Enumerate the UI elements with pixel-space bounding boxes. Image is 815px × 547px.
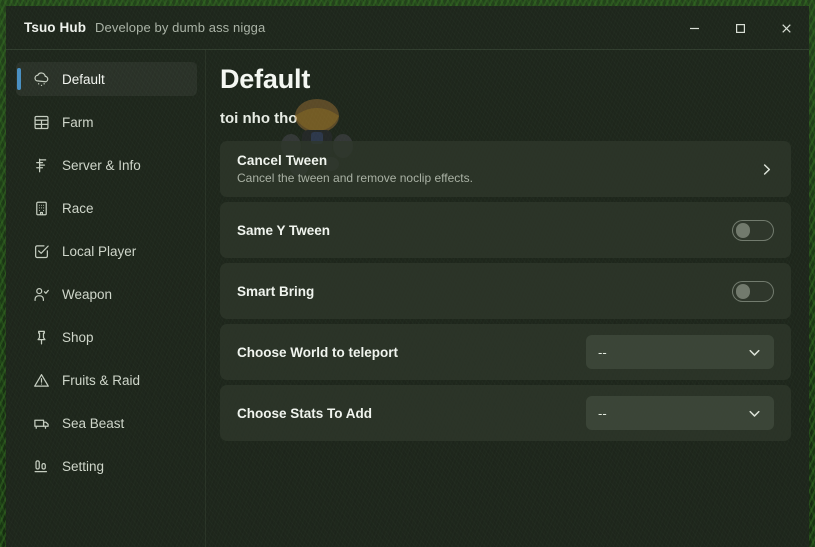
window-controls <box>671 6 809 49</box>
sidebar-item-sea-beast[interactable]: Sea Beast <box>16 406 197 440</box>
server-node-icon <box>32 156 50 174</box>
page-title: Default <box>220 64 311 94</box>
row-title: Same Y Tween <box>237 222 331 238</box>
sidebar-item-label: Farm <box>62 114 94 130</box>
sidebar-item-label: Weapon <box>62 286 113 302</box>
toggle-knob <box>735 223 750 238</box>
chevron-down-icon <box>747 406 762 421</box>
row-title: Choose World to teleport <box>237 344 398 360</box>
app-subtitle: Develope by dumb ass nigga <box>95 20 266 35</box>
settings-list: Cancel Tween Cancel the tween and remove… <box>220 141 791 441</box>
toggle-smart-bring[interactable] <box>732 280 774 302</box>
toggle-knob <box>735 284 750 299</box>
sidebar-item-setting[interactable]: Setting <box>16 449 197 483</box>
chevron-down-icon <box>747 345 762 360</box>
dropdown-choose-world-to-teleport[interactable]: -- <box>586 335 774 369</box>
sidebar: Default Farm Server & Info Race Local Pl… <box>6 50 206 547</box>
page-subtitle: toi nho tho <box>220 110 298 127</box>
maximize-button[interactable] <box>717 6 763 50</box>
chevron-right-icon[interactable] <box>759 162 774 177</box>
cloud-snow-icon <box>32 70 50 88</box>
main-content: Default toi nho tho Cancel Tween Cancel … <box>206 50 809 547</box>
sidebar-item-label: Sea Beast <box>62 415 125 431</box>
sidebar-item-server-and-info[interactable]: Server & Info <box>16 148 197 182</box>
dropdown-value: -- <box>598 344 607 360</box>
sidebar-item-local-player[interactable]: Local Player <box>16 234 197 268</box>
sidebar-item-label: Race <box>62 200 94 216</box>
user-check-icon <box>32 285 50 303</box>
sidebar-item-shop[interactable]: Shop <box>16 320 197 354</box>
toggle-same-y-tween[interactable] <box>732 219 774 241</box>
app-title: Tsuo Hub <box>24 20 87 35</box>
sliders-icon <box>32 457 50 475</box>
sidebar-item-farm[interactable]: Farm <box>16 105 197 139</box>
sidebar-item-label: Shop <box>62 329 94 345</box>
row-cancel-tween[interactable]: Cancel Tween Cancel the tween and remove… <box>220 141 791 197</box>
sidebar-item-fruits-and-raid[interactable]: Fruits & Raid <box>16 363 197 397</box>
table-grid-icon <box>32 113 50 131</box>
row-description: Cancel the tween and remove noclip effec… <box>237 171 473 185</box>
row-smart-bring[interactable]: Smart Bring <box>220 263 791 319</box>
close-button[interactable] <box>763 6 809 50</box>
check-square-icon <box>32 242 50 260</box>
row-texts: Cancel Tween Cancel the tween and remove… <box>237 153 749 185</box>
row-title: Choose Stats To Add <box>237 405 372 421</box>
sidebar-item-label: Fruits & Raid <box>62 372 141 388</box>
building-icon <box>32 199 50 217</box>
truck-icon <box>32 414 50 432</box>
title-bar[interactable]: Tsuo Hub Develope by dumb ass nigga <box>6 6 809 50</box>
sidebar-item-label: Setting <box>62 458 105 474</box>
sidebar-item-weapon[interactable]: Weapon <box>16 277 197 311</box>
dropdown-value: -- <box>598 405 607 421</box>
sidebar-item-label: Default <box>62 71 105 87</box>
sidebar-item-label: Local Player <box>62 243 137 259</box>
row-same-y-tween[interactable]: Same Y Tween <box>220 202 791 258</box>
row-choose-stats-to-add[interactable]: Choose Stats To Add -- <box>220 385 791 441</box>
minimize-button[interactable] <box>671 6 717 50</box>
warning-triangle-icon <box>32 371 50 389</box>
row-title: Cancel Tween <box>237 153 328 168</box>
sidebar-item-race[interactable]: Race <box>16 191 197 225</box>
app-window: Tsuo Hub Develope by dumb ass nigga Defa… <box>6 6 809 547</box>
sidebar-item-label: Server & Info <box>62 157 141 173</box>
row-title: Smart Bring <box>237 283 315 299</box>
dropdown-choose-stats-to-add[interactable]: -- <box>586 396 774 430</box>
pin-icon <box>32 328 50 346</box>
sidebar-item-default[interactable]: Default <box>16 62 197 96</box>
row-choose-world-to-teleport[interactable]: Choose World to teleport -- <box>220 324 791 380</box>
